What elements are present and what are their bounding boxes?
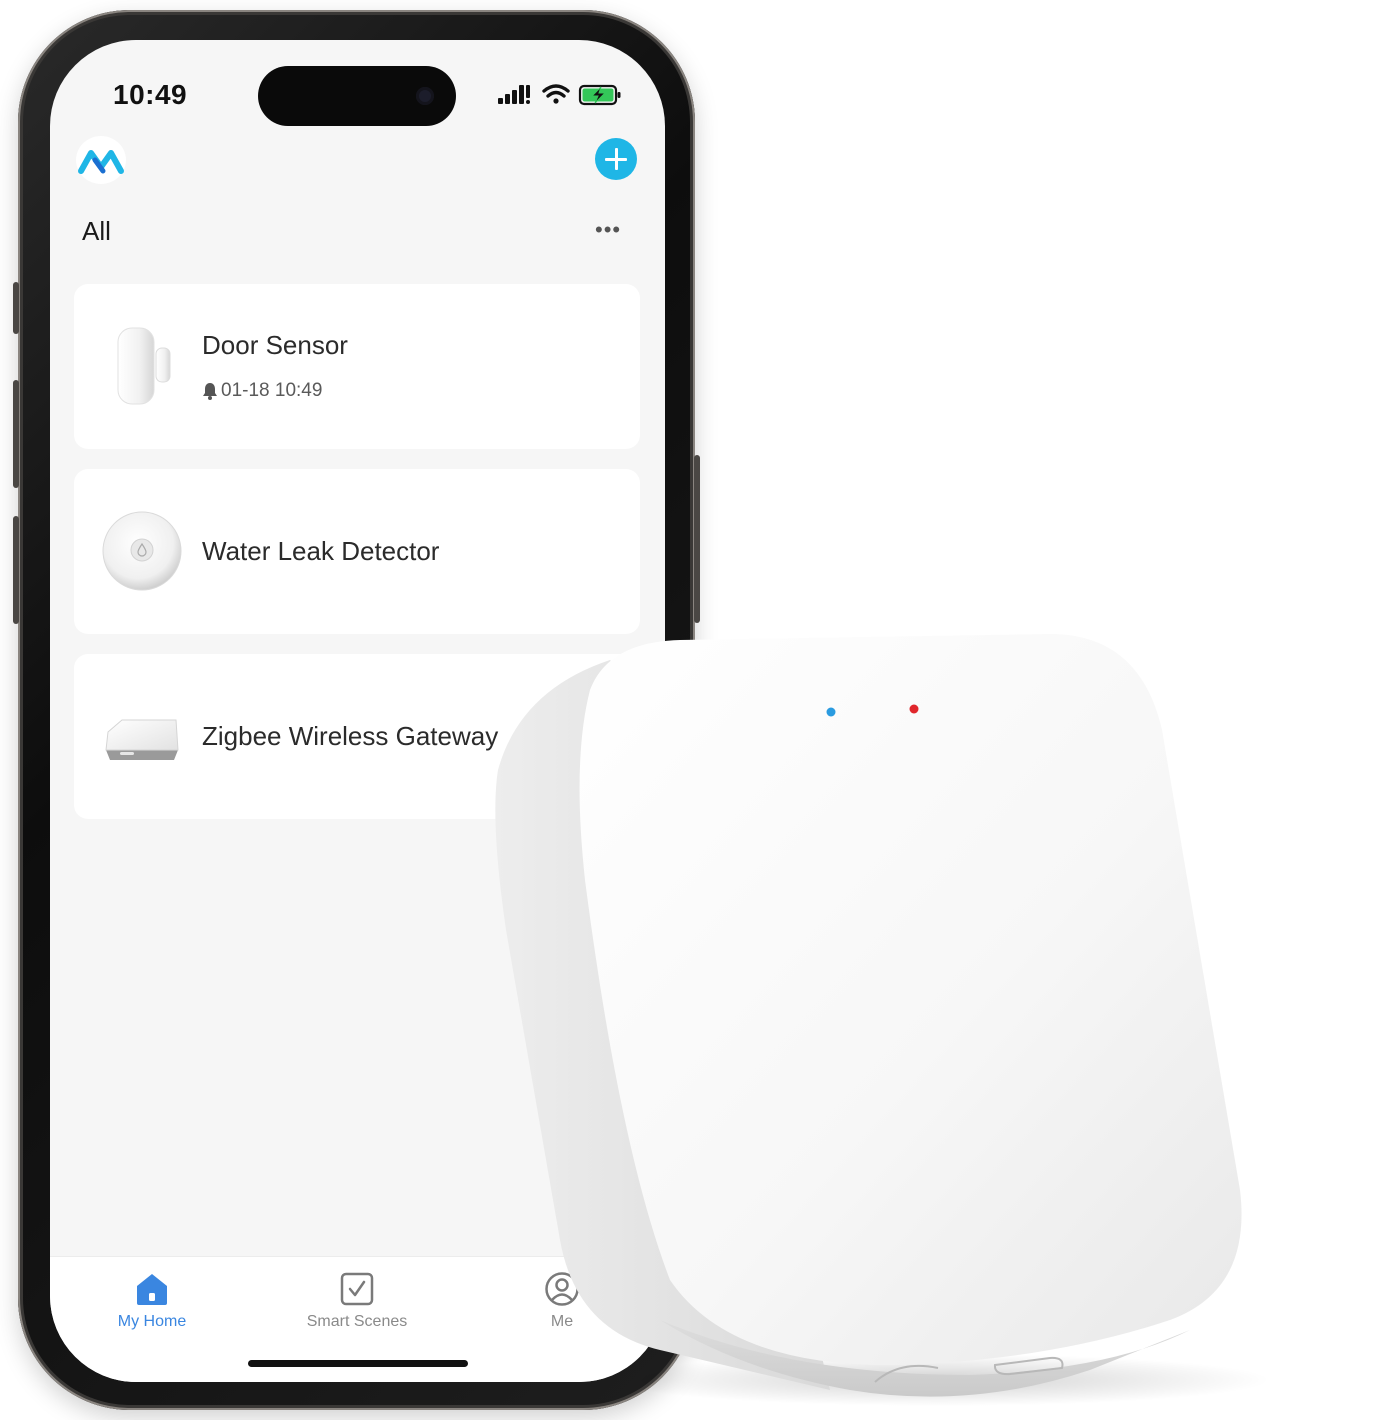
bell-icon — [203, 383, 217, 400]
battery-charging-icon — [578, 84, 621, 106]
zigbee-gateway-hub-device — [490, 630, 1280, 1410]
led-blue — [826, 707, 836, 717]
add-device-button[interactable] — [595, 138, 637, 180]
status-icons — [498, 82, 628, 108]
volume-up-button — [13, 380, 19, 488]
cellular-signal-icon — [498, 85, 530, 104]
door-sensor-icon — [100, 324, 184, 408]
more-options-icon[interactable]: ••• — [595, 219, 635, 241]
app-logo-icon — [76, 136, 126, 184]
tab-my-home[interactable]: My Home — [82, 1271, 222, 1331]
app-header — [50, 136, 665, 196]
dynamic-island — [258, 66, 456, 126]
volume-down-button — [13, 516, 19, 624]
checkbox-icon — [340, 1272, 374, 1306]
action-button — [13, 282, 19, 334]
water-leak-detector-icon — [100, 509, 184, 593]
home-indicator — [248, 1360, 468, 1367]
tab-label: Smart Scenes — [306, 1313, 408, 1330]
status-bar: 10:49 — [50, 40, 665, 130]
device-name: Zigbee Wireless Gateway — [202, 721, 499, 751]
device-name: Water Leak Detector — [202, 536, 440, 566]
device-last-event: 01-18 10:49 — [202, 380, 322, 402]
room-filter-label[interactable]: All — [82, 216, 111, 247]
wifi-icon — [542, 84, 570, 104]
status-time: 10:49 — [113, 79, 188, 110]
power-button — [694, 455, 700, 623]
device-card-water-leak-detector[interactable]: Water Leak Detector — [74, 469, 640, 634]
device-name: Door Sensor — [202, 330, 348, 360]
tab-label: My Home — [117, 1313, 187, 1330]
device-last-event-time: 01-18 10:49 — [221, 380, 323, 401]
home-icon — [137, 1274, 167, 1305]
front-camera — [416, 87, 434, 105]
led-red — [909, 704, 919, 714]
zigbee-gateway-icon — [100, 694, 184, 778]
tab-smart-scenes[interactable]: Smart Scenes — [287, 1271, 427, 1331]
device-card-door-sensor[interactable]: Door Sensor 01-18 10:49 — [74, 284, 640, 449]
